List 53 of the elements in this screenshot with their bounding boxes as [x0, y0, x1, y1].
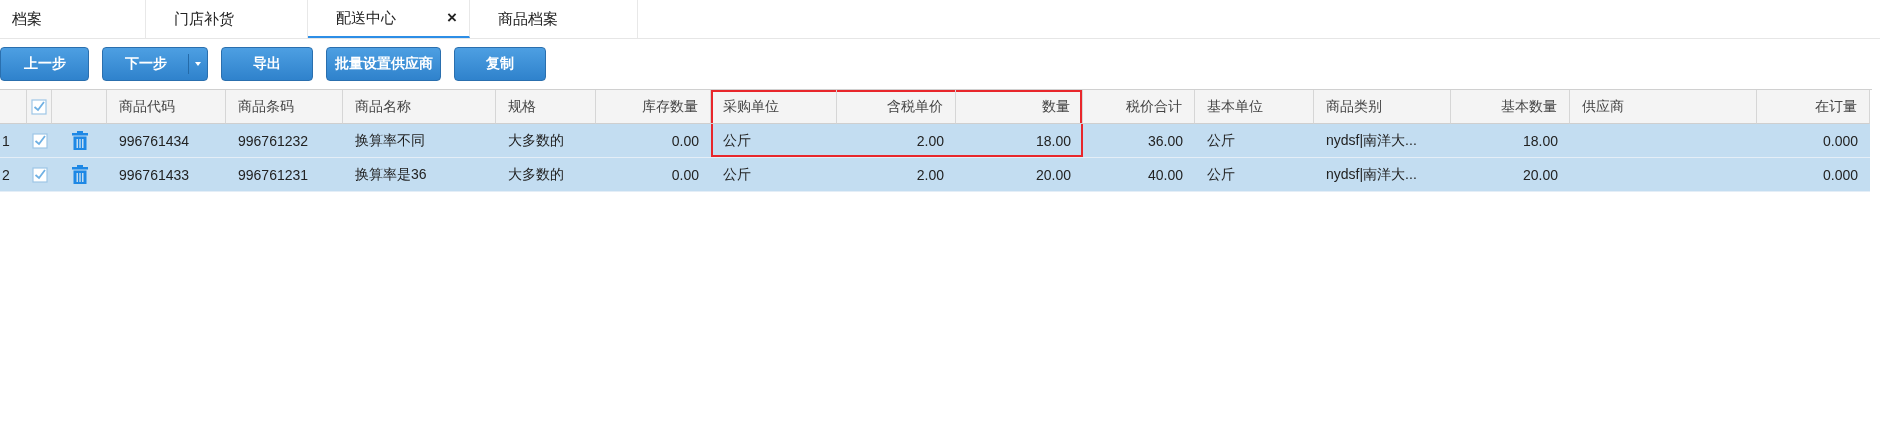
row-number: 2 — [0, 158, 27, 192]
table-cell: 996761231 — [226, 158, 343, 192]
tab[interactable]: 档案 — [0, 0, 146, 38]
table-cell: 996761434 — [107, 124, 226, 158]
column-header: 基本数量 — [1451, 90, 1570, 124]
trash-icon[interactable] — [71, 131, 88, 150]
row-number: 1 — [0, 124, 27, 158]
table-cell: 换算率是36 — [343, 158, 496, 192]
table-cell: 2.00 — [837, 158, 956, 192]
table-cell: 20.00 — [956, 158, 1083, 192]
checkbox[interactable] — [31, 166, 48, 183]
column-header: 供应商 — [1570, 90, 1757, 124]
table-cell: 18.00 — [1451, 124, 1570, 158]
close-icon[interactable]: × — [445, 8, 459, 28]
column-header: 商品代码 — [107, 90, 226, 124]
column-header: 库存数量 — [596, 90, 711, 124]
column-header: 数量 — [956, 90, 1083, 124]
table-cell: 0.000 — [1757, 124, 1870, 158]
column-header: 采购单位 — [711, 90, 837, 124]
table-cell: 换算率不同 — [343, 124, 496, 158]
table-cell: 0.00 — [596, 124, 711, 158]
column-header: 税价合计 — [1083, 90, 1195, 124]
column-header: 基本单位 — [1195, 90, 1314, 124]
column-header: 规格 — [496, 90, 596, 124]
table-cell: nydsf|南洋大... — [1314, 124, 1451, 158]
checkbox[interactable] — [31, 98, 47, 115]
table-cell: 36.00 — [1083, 124, 1195, 158]
table-cell: 996761433 — [107, 158, 226, 192]
table-cell: 公斤 — [711, 158, 837, 192]
table-cell: 大多数的 — [496, 124, 596, 158]
checkbox[interactable] — [31, 132, 48, 149]
tab[interactable]: 配送中心 × — [308, 0, 470, 38]
table-cell: 0.00 — [596, 158, 711, 192]
tab[interactable]: 商品档案 — [470, 0, 638, 38]
table-cell: 公斤 — [1195, 158, 1314, 192]
column-header: 含税单价 — [837, 90, 956, 124]
table-cell: 40.00 — [1083, 158, 1195, 192]
table-cell: 2.00 — [837, 124, 956, 158]
table-cell: 公斤 — [711, 124, 837, 158]
column-header: 商品条码 — [226, 90, 343, 124]
column-header: 商品类别 — [1314, 90, 1451, 124]
table-cell: 996761232 — [226, 124, 343, 158]
column-header: 在订量 — [1757, 90, 1870, 124]
tab[interactable]: 门店补货 — [146, 0, 308, 38]
table-cell: 大多数的 — [496, 158, 596, 192]
table-cell: 公斤 — [1195, 124, 1314, 158]
table-cell: 18.00 — [956, 124, 1083, 158]
table-cell: nydsf|南洋大... — [1314, 158, 1451, 192]
caret-icon[interactable] — [195, 62, 201, 66]
trash-icon[interactable] — [71, 165, 88, 184]
table-cell: 0.000 — [1757, 158, 1870, 192]
column-header: 商品名称 — [343, 90, 496, 124]
table-cell: 20.00 — [1451, 158, 1570, 192]
